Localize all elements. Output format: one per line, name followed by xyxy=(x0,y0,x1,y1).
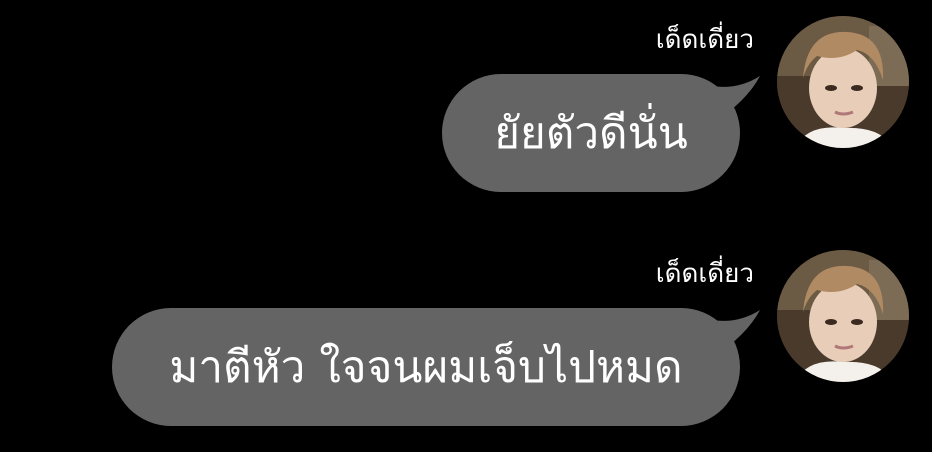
user-avatar-photo-icon xyxy=(777,16,909,148)
avatar[interactable] xyxy=(777,250,909,382)
avatar[interactable] xyxy=(777,16,909,148)
sender-name: เด็ดเดี่ยว xyxy=(655,259,754,289)
message-text: ยัยตัวดีนั่น xyxy=(494,108,688,159)
user-avatar-photo-icon xyxy=(777,250,909,382)
sender-name: เด็ดเดี่ยว xyxy=(655,25,754,55)
message-bubble[interactable]: ยัยตัวดีนั่น xyxy=(442,74,740,192)
bubble-tail-icon xyxy=(712,76,760,122)
message-bubble[interactable]: มาตีหัว ใจจนผมเจ็บไปหมด xyxy=(112,308,740,426)
message-text: มาตีหัว ใจจนผมเจ็บไปหมด xyxy=(169,342,683,393)
bubble-tail-icon xyxy=(712,310,760,356)
chat-area: เด็ดเดี่ยว ยัยตัวดีนั่น เด็ดเดี่ยว มาตีห… xyxy=(0,0,932,452)
